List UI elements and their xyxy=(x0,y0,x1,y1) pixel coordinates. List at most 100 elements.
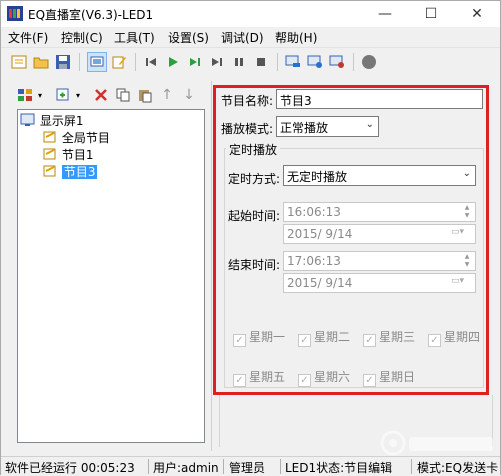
toolbar xyxy=(1,47,500,75)
spin-arrows-icon: ▲ ▼ xyxy=(464,204,470,219)
delete-icon[interactable] xyxy=(91,85,111,105)
tree-item-global-program[interactable]: 全局节目 xyxy=(42,129,110,146)
screen-icon xyxy=(20,113,35,126)
left-panel: ▾ ▾ ↑ ↓ 显示屏1 全局节目 节目1 节目3 xyxy=(5,81,211,451)
calendar-dropdown-icon: ▭▾ xyxy=(451,227,465,237)
program-icon xyxy=(43,165,56,177)
toolbar-separator xyxy=(135,53,136,71)
play-mode-label: 播放模式: xyxy=(221,122,274,136)
start-date-input[interactable]: 2015/ 9/14 ▭▾ xyxy=(283,224,476,244)
spin-arrows-icon: ▲ ▼ xyxy=(464,253,470,268)
status-separator xyxy=(280,459,281,474)
chevron-down-icon: ⌄ xyxy=(462,168,471,179)
first-icon[interactable] xyxy=(141,52,161,72)
checkbox-tuesday[interactable]: ✓ 星期二 xyxy=(298,328,350,347)
program-icon xyxy=(43,148,56,160)
watermark-logo xyxy=(379,429,497,457)
calendar-dropdown-icon: ▭▾ xyxy=(451,276,465,286)
checkmark-icon: ✓ xyxy=(298,374,311,387)
app-logo-icon xyxy=(7,6,23,21)
checkbox-sunday[interactable]: ✓ 星期日 xyxy=(363,368,415,387)
status-bar: 软件已经运行 00:05:23 用户:admin 管理员 LED1状态:节目编辑… xyxy=(1,456,500,475)
checkmark-icon: ✓ xyxy=(363,334,376,347)
end-time-input[interactable]: 17:06:13 ▲ ▼ xyxy=(283,251,476,271)
schedule-mode-label: 定时方式: xyxy=(228,172,281,186)
program-name-label: 节目名称: xyxy=(221,94,274,108)
role-status: 管理员 xyxy=(229,461,266,475)
chevron-down-icon[interactable]: ▾ xyxy=(73,85,83,105)
minimize-button[interactable]: — xyxy=(362,1,408,27)
menu-control[interactable]: 控制(C) xyxy=(61,29,103,46)
checkbox-wednesday[interactable]: ✓ 星期三 xyxy=(363,328,415,347)
checkbox-monday[interactable]: ✓ 星期一 xyxy=(233,328,285,347)
pause-icon[interactable] xyxy=(229,52,249,72)
send-all-icon[interactable] xyxy=(305,52,325,72)
schedule-mode-select[interactable]: 无定时播放 ⌄ xyxy=(283,165,476,186)
checkmark-icon: ✓ xyxy=(233,334,246,347)
next-icon[interactable] xyxy=(207,52,227,72)
checkbox-friday[interactable]: ✓ 星期五 xyxy=(233,368,285,387)
toolbar-separator xyxy=(79,53,80,71)
start-time-label: 起始时间: xyxy=(228,209,281,223)
maximize-button[interactable]: ☐ xyxy=(408,1,454,27)
status-separator xyxy=(223,459,224,474)
runtime-status: 软件已经运行 00:05:23 xyxy=(5,461,135,475)
save-icon[interactable] xyxy=(53,52,73,72)
schedule-mode-value: 无定时播放 xyxy=(287,170,348,184)
status-separator xyxy=(411,459,412,474)
chevron-down-icon: ⌄ xyxy=(365,119,374,130)
program-properties-panel: 节目名称: 节目3 播放模式: 正常播放 ⌄ 定时播放 定时方式: 无定时播放 … xyxy=(213,85,489,395)
checkbox-saturday[interactable]: ✓ 星期六 xyxy=(298,368,350,387)
checkbox-thursday[interactable]: ✓ 星期四 xyxy=(428,328,480,347)
add-screen-icon[interactable] xyxy=(15,85,35,105)
tree-item-program1[interactable]: 节目1 xyxy=(42,146,93,163)
screen-icon[interactable] xyxy=(87,52,107,72)
menu-debug[interactable]: 调试(D) xyxy=(221,29,264,46)
led-status: LED1状态:节目编辑 xyxy=(285,461,393,475)
edit-icon[interactable] xyxy=(109,52,129,72)
record-icon[interactable] xyxy=(359,52,379,72)
menu-help[interactable]: 帮助(H) xyxy=(275,29,317,46)
chevron-down-icon[interactable]: ▾ xyxy=(35,85,45,105)
close-button[interactable]: ✕ xyxy=(454,1,500,27)
program-name-input[interactable]: 节目3 xyxy=(276,89,483,109)
schedule-group-title: 定时播放 xyxy=(226,141,281,158)
title-bar: EQ直播室(V6.3)-LED1 — ☐ ✕ xyxy=(1,1,500,27)
panel-splitter[interactable] xyxy=(211,81,212,451)
play-icon[interactable] xyxy=(163,52,183,72)
add-program-icon[interactable] xyxy=(53,85,73,105)
window-title: EQ直播室(V6.3)-LED1 xyxy=(28,8,154,22)
end-date-input[interactable]: 2015/ 9/14 ▭▾ xyxy=(283,273,476,293)
send-icon[interactable] xyxy=(283,52,303,72)
menu-file[interactable]: 文件(F) xyxy=(8,29,48,46)
status-separator xyxy=(148,459,149,474)
checkmark-icon: ✓ xyxy=(298,334,311,347)
program-icon xyxy=(43,131,56,143)
start-time-input[interactable]: 16:06:13 ▲ ▼ xyxy=(283,202,476,222)
mode-status: 模式:EQ发送卡 xyxy=(417,461,499,475)
tree-item-program3[interactable]: 节目3 xyxy=(42,163,98,180)
end-time-label: 结束时间: xyxy=(228,258,281,272)
toolbar-separator xyxy=(353,53,354,71)
toolbar-separator xyxy=(277,53,278,71)
stop-icon[interactable] xyxy=(251,52,271,72)
menu-tools[interactable]: 工具(T) xyxy=(114,29,155,46)
program-tree: 显示屏1 全局节目 节目1 节目3 xyxy=(17,109,205,443)
menu-settings[interactable]: 设置(S) xyxy=(168,29,209,46)
new-icon[interactable] xyxy=(9,52,29,72)
move-down-icon[interactable]: ↓ xyxy=(179,85,199,105)
tree-toolbar: ▾ ▾ ↑ ↓ xyxy=(5,85,211,105)
app-window: EQ直播室(V6.3)-LED1 — ☐ ✕ 文件(F) 控制(C) 工具(T)… xyxy=(0,0,501,475)
tree-item-screen[interactable]: 显示屏1 xyxy=(20,112,83,129)
screen-config-icon[interactable] xyxy=(327,52,347,72)
play-mode-value: 正常播放 xyxy=(280,121,329,135)
move-up-icon[interactable]: ↑ xyxy=(157,85,177,105)
user-status: 用户:admin xyxy=(153,461,219,475)
open-folder-icon[interactable] xyxy=(31,52,51,72)
play-mode-select[interactable]: 正常播放 ⌄ xyxy=(276,116,379,137)
checkmark-icon: ✓ xyxy=(233,374,246,387)
step-icon[interactable] xyxy=(185,52,205,72)
copy-icon[interactable] xyxy=(113,85,133,105)
checkmark-icon: ✓ xyxy=(363,374,376,387)
paste-icon[interactable] xyxy=(135,85,155,105)
